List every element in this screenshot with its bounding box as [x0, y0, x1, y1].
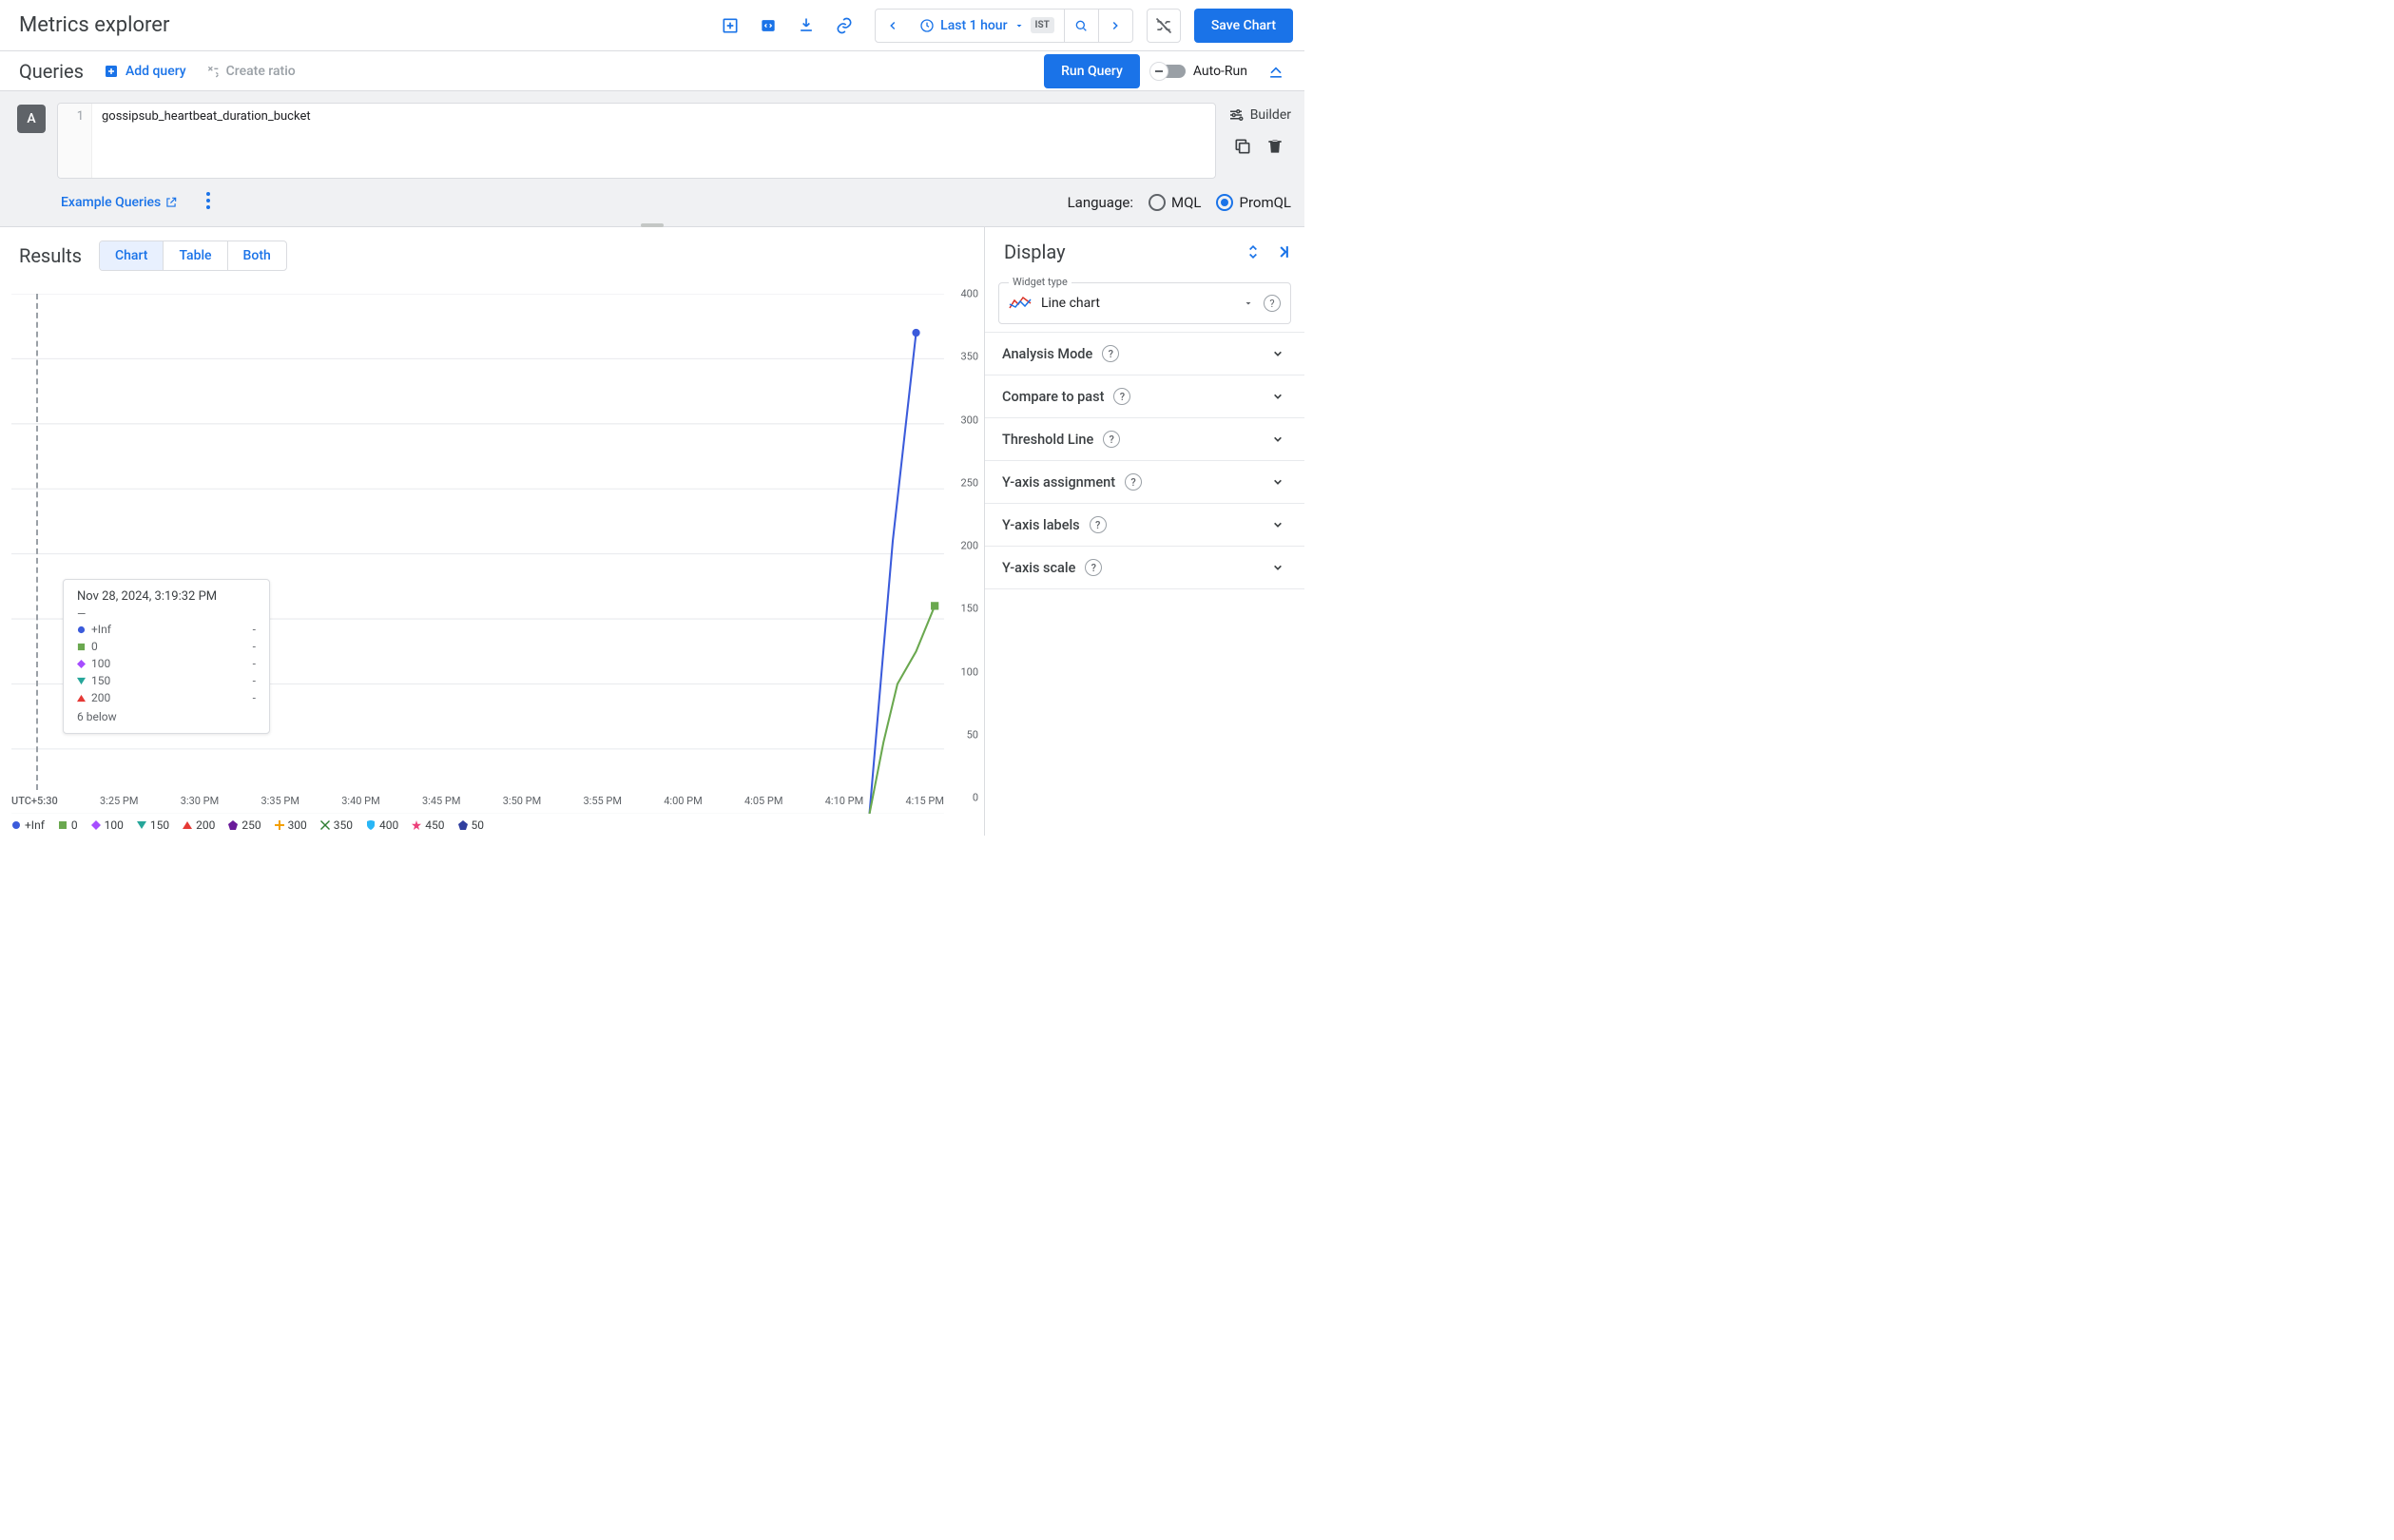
clock-icon — [919, 18, 935, 33]
display-section[interactable]: Y-axis labels? — [985, 504, 1304, 546]
display-section[interactable]: Y-axis scale? — [985, 547, 1304, 588]
create-ratio-button: Create ratio — [205, 64, 296, 79]
query-text[interactable]: gossipsub_heartbeat_duration_bucket — [92, 104, 320, 178]
save-chart-button[interactable]: Save Chart — [1194, 9, 1293, 43]
page-title: Metrics explorer — [19, 13, 169, 37]
collapse-icon[interactable] — [1259, 54, 1293, 88]
help-icon[interactable]: ? — [1125, 473, 1142, 491]
add-query-button[interactable]: Add query — [103, 63, 186, 80]
collapse-panel-icon[interactable] — [1272, 242, 1291, 261]
chevron-down-icon — [1268, 387, 1287, 406]
tune-icon — [1227, 106, 1245, 124]
legend-item[interactable]: +Inf — [11, 818, 45, 832]
chevron-down-icon — [1268, 515, 1287, 534]
builder-button[interactable]: Builder — [1227, 106, 1291, 124]
help-icon[interactable]: ? — [1102, 345, 1119, 362]
help-icon[interactable]: ? — [1113, 388, 1130, 405]
time-prev-button[interactable] — [876, 10, 910, 42]
display-section[interactable]: Threshold Line? — [985, 418, 1304, 460]
expand-v-icon[interactable] — [1244, 242, 1263, 261]
chevron-down-icon — [1243, 298, 1254, 309]
help-icon[interactable]: ? — [1264, 295, 1281, 312]
query-chip[interactable]: A — [17, 105, 46, 133]
results-label: Results — [19, 244, 82, 267]
legend-item[interactable]: 0 — [58, 818, 78, 832]
help-icon[interactable]: ? — [1090, 516, 1107, 533]
ratio-icon — [205, 64, 221, 79]
chevron-down-icon — [1268, 430, 1287, 449]
time-cursor[interactable] — [36, 294, 38, 790]
language-label: Language: — [1068, 194, 1133, 211]
chart-tooltip: Nov 28, 2024, 3:19:32 PM — +Inf-0-100-15… — [63, 579, 270, 734]
legend-item[interactable]: 450 — [412, 818, 444, 832]
plus-box-icon — [103, 63, 120, 80]
lang-promql-radio[interactable]: PromQL — [1216, 194, 1291, 211]
chart-legend[interactable]: +Inf 0 100 150 200 250 300 350 400 450 50 — [11, 818, 944, 832]
chevron-down-icon — [1014, 20, 1025, 31]
lang-mql-radio[interactable]: MQL — [1149, 194, 1202, 211]
shuffle-off-icon[interactable] — [1147, 9, 1181, 43]
auto-run-label: Auto-Run — [1193, 64, 1247, 79]
legend-item[interactable]: 150 — [137, 818, 169, 832]
example-queries-link[interactable]: Example Queries — [61, 195, 178, 210]
display-label: Display — [1004, 241, 1066, 263]
legend-item[interactable]: 350 — [320, 818, 353, 832]
open-new-icon — [164, 196, 178, 209]
chevron-down-icon — [1268, 472, 1287, 491]
time-range-label: Last 1 hour — [940, 18, 1007, 33]
tab-table[interactable]: Table — [163, 241, 226, 270]
copy-icon[interactable] — [1233, 137, 1252, 156]
tab-both[interactable]: Both — [227, 241, 286, 270]
auto-run-toggle[interactable] — [1151, 65, 1186, 78]
help-icon[interactable]: ? — [1103, 431, 1120, 448]
display-section[interactable]: Analysis Mode? — [985, 333, 1304, 375]
chevron-down-icon — [1268, 558, 1287, 577]
display-section[interactable]: Compare to past? — [985, 375, 1304, 417]
link-icon[interactable] — [827, 9, 861, 43]
resize-handle[interactable] — [641, 223, 664, 227]
run-query-button[interactable]: Run Query — [1044, 54, 1140, 88]
widget-type-select[interactable]: Widget type Line chart ? — [998, 282, 1291, 324]
insert-chart-icon[interactable] — [713, 9, 747, 43]
line-chart-icon — [1009, 295, 1032, 312]
legend-item[interactable]: 400 — [366, 818, 398, 832]
download-icon[interactable] — [789, 9, 823, 43]
more-menu-icon[interactable] — [206, 192, 210, 213]
legend-item[interactable]: 100 — [91, 818, 124, 832]
queries-label: Queries — [19, 60, 84, 83]
display-section[interactable]: Y-axis assignment? — [985, 461, 1304, 503]
legend-item[interactable]: 50 — [458, 818, 485, 832]
line-number: 1 — [58, 104, 92, 178]
time-next-button[interactable] — [1098, 10, 1132, 42]
legend-item[interactable]: 300 — [275, 818, 307, 832]
time-range-picker[interactable]: Last 1 hour IST — [910, 17, 1064, 33]
chevron-down-icon — [1268, 344, 1287, 363]
timezone-badge: IST — [1031, 17, 1054, 33]
time-zoom-button[interactable] — [1064, 10, 1098, 42]
delete-icon[interactable] — [1265, 137, 1284, 156]
help-icon[interactable]: ? — [1085, 559, 1102, 576]
tab-chart[interactable]: Chart — [100, 241, 163, 270]
code-icon[interactable] — [751, 9, 785, 43]
legend-item[interactable]: 250 — [228, 818, 261, 832]
query-editor[interactable]: 1 gossipsub_heartbeat_duration_bucket — [57, 103, 1216, 179]
chart-area[interactable]: 0 50 100 150 200 250 300 350 400 Nov 28, 2024, 3… — [0, 284, 984, 836]
legend-item[interactable]: 200 — [183, 818, 215, 832]
